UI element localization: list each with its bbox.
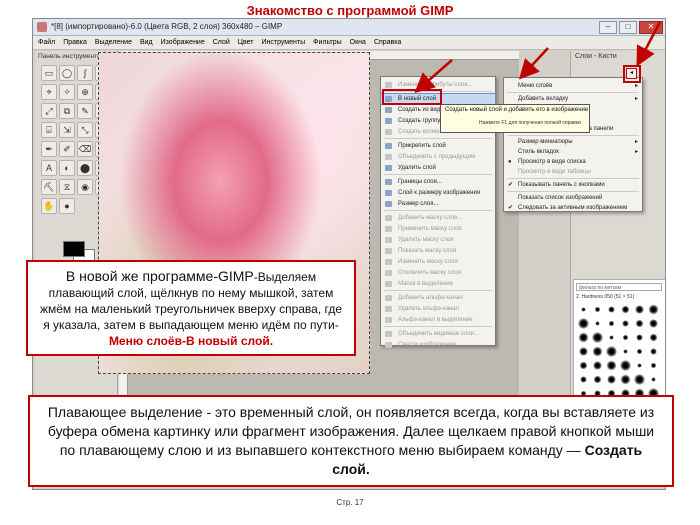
arrow-to-new-layer <box>414 59 453 93</box>
callout1-path: Меню слоёв-В новый слой. <box>108 334 274 348</box>
explanation-callout: Плавающее выделение - это временный слой… <box>28 395 674 487</box>
callout2-body: Плавающее выделение - это временный слой… <box>47 404 655 458</box>
arrow-to-layer-menu <box>518 47 549 80</box>
instruction-callout: В новой же программе-GIMP-Выделяем плава… <box>26 260 356 356</box>
arrow-to-tab-menu <box>636 21 662 67</box>
callout1-lead: В новой же программе-GIMP <box>65 268 254 284</box>
